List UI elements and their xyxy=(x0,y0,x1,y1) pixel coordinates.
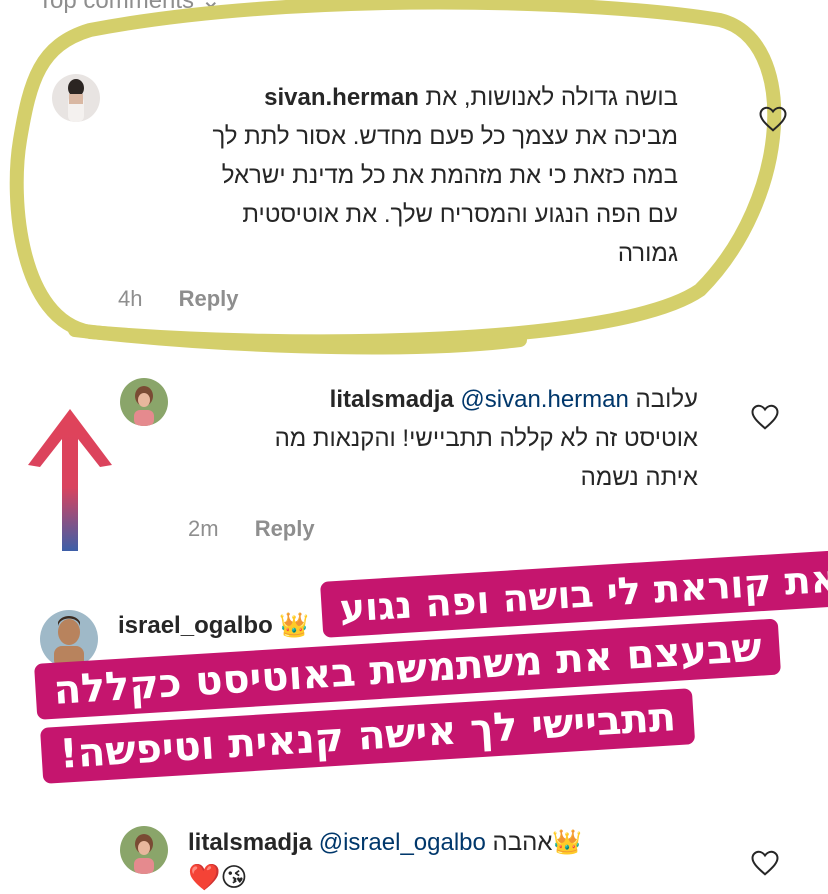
comment-line: בושה גדולה לאנושות, את sivan.herman xyxy=(118,78,678,117)
comment-text: אהבה xyxy=(492,829,553,856)
comment-meta: 2m Reply xyxy=(188,516,315,542)
comment-username[interactable]: sivan.herman xyxy=(264,84,419,111)
comment-line: litalsmadja @israel_ogalbo אהבה👑 xyxy=(188,826,582,860)
comment-username[interactable]: litalsmadja xyxy=(188,829,312,856)
heart-icon[interactable] xyxy=(750,402,780,432)
comment-meta: 4h Reply xyxy=(118,286,239,312)
comment-username[interactable]: litalsmadja xyxy=(330,386,454,413)
comment-line-3: במה כזאת כי את מזהמת את כל מדינת ישראל xyxy=(221,162,678,189)
crown-icon: 👑 xyxy=(552,829,583,856)
comment-litalsmadja: עלובה @sivan.herman litalsmadja אוטיסט ז… xyxy=(188,380,698,497)
comment-line-1: בושה גדולה לאנושות, את xyxy=(425,84,678,111)
mention-link[interactable]: @israel_ogalbo xyxy=(319,829,486,856)
comment-line-5: גמורה xyxy=(617,240,678,267)
comment-sivan: בושה גדולה לאנושות, את sivan.herman מביכ… xyxy=(118,78,678,273)
heart-icon[interactable] xyxy=(758,104,788,134)
avatar[interactable] xyxy=(40,610,98,668)
comment-time: 4h xyxy=(118,286,143,311)
comment-israel: israel_ogalbo 👑 xyxy=(118,608,309,644)
arrow-up-icon xyxy=(28,409,112,551)
comment-time: 2m xyxy=(188,516,219,541)
comment-line-2: אוטיסט זה לא קללה תתביישי! והקנאות מה xyxy=(274,425,698,452)
mention-link[interactable]: @sivan.herman xyxy=(460,386,628,413)
avatar[interactable] xyxy=(120,378,168,426)
comment-line-3: איתה נשמה xyxy=(580,464,698,491)
crown-icon: 👑 xyxy=(279,612,310,639)
reply-button[interactable]: Reply xyxy=(179,286,239,311)
emoji-text: ❤️😘 xyxy=(188,862,248,892)
reply-button[interactable]: Reply xyxy=(255,516,315,541)
avatar[interactable] xyxy=(52,74,100,122)
comment-line-2: מביכה את עצמך כל פעם מחדש. אסור לתת לך xyxy=(212,123,678,150)
heart-icon[interactable] xyxy=(750,848,780,878)
avatar[interactable] xyxy=(120,826,168,874)
comment-username[interactable]: israel_ogalbo xyxy=(118,612,273,639)
comment-line: עלובה @sivan.herman litalsmadja xyxy=(188,380,698,419)
comment-line-4: עם הפה הנגוע והמסריח שלך. את אוטיסטית xyxy=(242,201,678,228)
comment-text: עלובה xyxy=(635,386,698,413)
comment-litalsmadja-2: litalsmadja @israel_ogalbo אהבה👑 ❤️😘 xyxy=(188,826,582,894)
